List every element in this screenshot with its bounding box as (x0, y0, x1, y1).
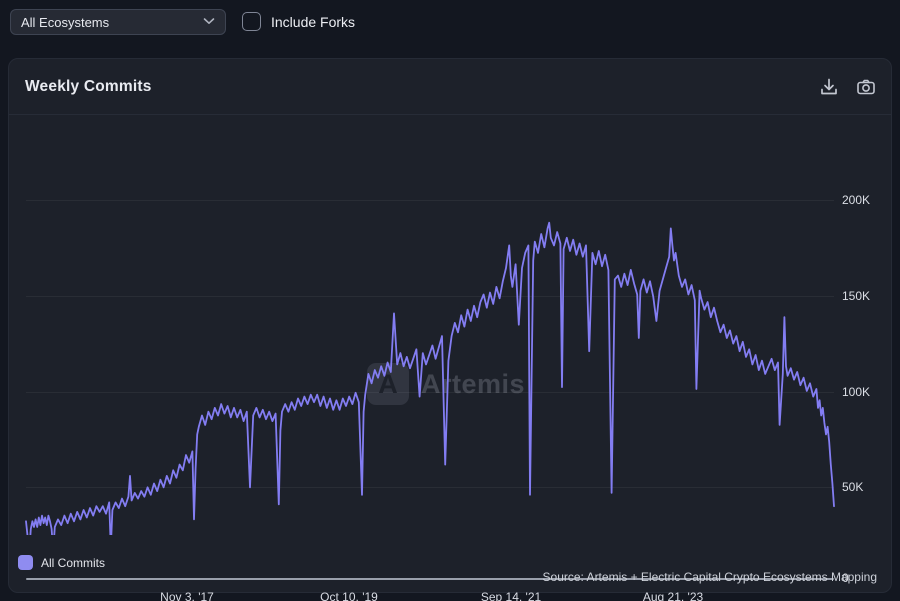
y-tick-label: 50K (842, 480, 886, 494)
chevron-down-icon (203, 17, 215, 28)
y-tick-label: 100K (842, 385, 886, 399)
source-attribution: Source: Artemis + Electric Capital Crypt… (543, 570, 877, 584)
card-header: Weekly Commits (9, 59, 891, 115)
weekly-commits-card: Weekly Commits (8, 58, 892, 593)
include-forks-label: Include Forks (271, 14, 355, 30)
card-header-actions (818, 76, 877, 98)
card-title: Weekly Commits (25, 78, 152, 96)
commits-line-svg (9, 115, 893, 535)
artemis-weekly-commits-page: All Ecosystems Include Forks Weekly Comm… (0, 0, 900, 601)
y-tick-label: 150K (842, 289, 886, 303)
include-forks-checkbox[interactable] (242, 12, 261, 31)
camera-icon[interactable] (855, 76, 877, 98)
y-tick-label: 200K (842, 193, 886, 207)
download-icon[interactable] (818, 76, 840, 98)
x-tick-label: Sep 14, '21 (481, 590, 541, 601)
ecosystem-dropdown[interactable]: All Ecosystems (10, 9, 226, 35)
x-tick-label: Aug 21, '23 (643, 590, 703, 601)
legend-item-all-commits[interactable]: All Commits (18, 555, 105, 570)
ecosystem-dropdown-value: All Ecosystems (21, 15, 203, 30)
x-tick-label: Oct 10, '19 (320, 590, 378, 601)
include-forks-control: Include Forks (242, 12, 355, 31)
top-toolbar: All Ecosystems Include Forks (0, 0, 900, 48)
commits-line (26, 223, 834, 535)
x-tick-label: Nov 3, '17 (160, 590, 214, 601)
legend-label: All Commits (41, 556, 105, 570)
chart-plot-area[interactable]: A Artemis 200K 150K 100K 50K 0 Nov 3, '1… (9, 115, 893, 535)
legend-swatch (18, 555, 33, 570)
